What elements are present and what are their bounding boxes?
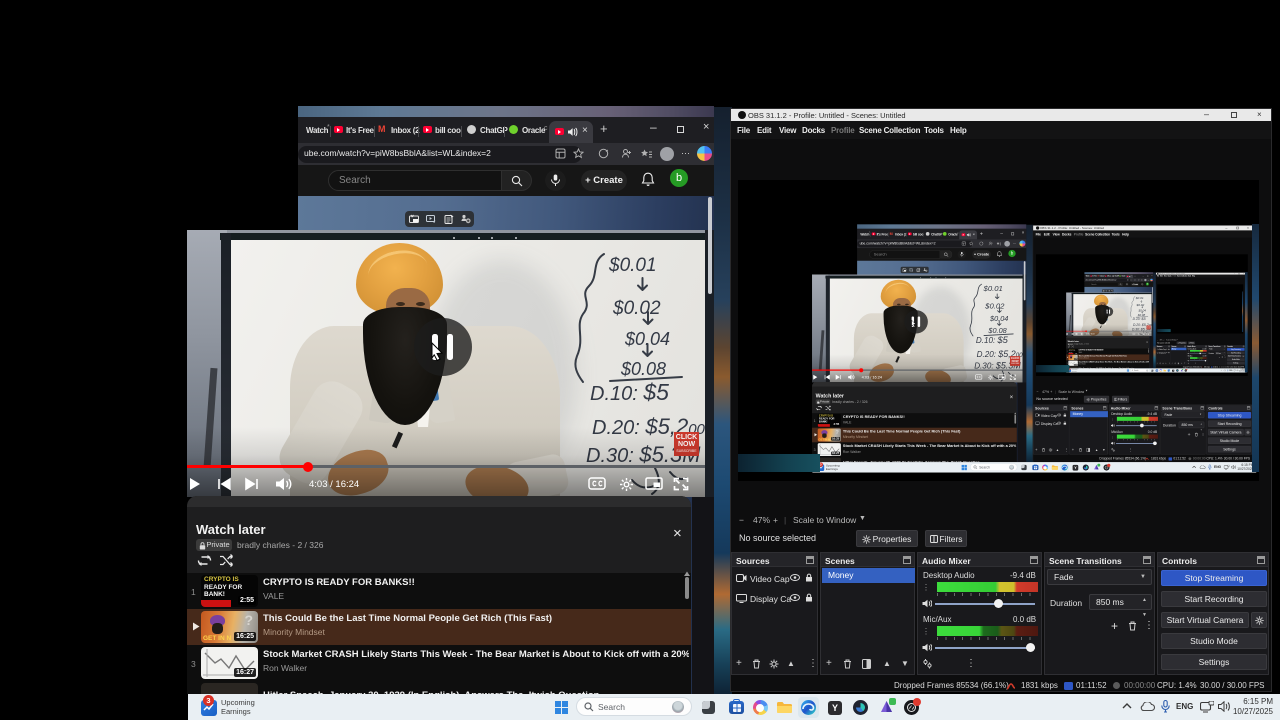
svg-text:$0.01: $0.01 — [1135, 296, 1144, 300]
svg-text:D.10: $5: D.10: $5 — [1133, 317, 1147, 321]
svg-text:$0.02: $0.02 — [984, 301, 1005, 310]
svg-text:$0.08: $0.08 — [987, 326, 1006, 335]
svg-text:$0.04: $0.04 — [624, 329, 670, 349]
svg-text:$0.01: $0.01 — [983, 284, 1003, 293]
svg-text:$0.01: $0.01 — [608, 255, 657, 276]
svg-text:$0.02: $0.02 — [1135, 303, 1144, 307]
svg-text:D.10: $5: D.10: $5 — [976, 335, 1009, 345]
svg-text:$0.08: $0.08 — [620, 359, 666, 379]
svg-text:$0.02: $0.02 — [612, 298, 661, 319]
svg-text:$0.04: $0.04 — [1137, 308, 1146, 312]
svg-text:D.10: $5: D.10: $5 — [590, 379, 669, 405]
svg-text:$0.04: $0.04 — [989, 314, 1008, 323]
